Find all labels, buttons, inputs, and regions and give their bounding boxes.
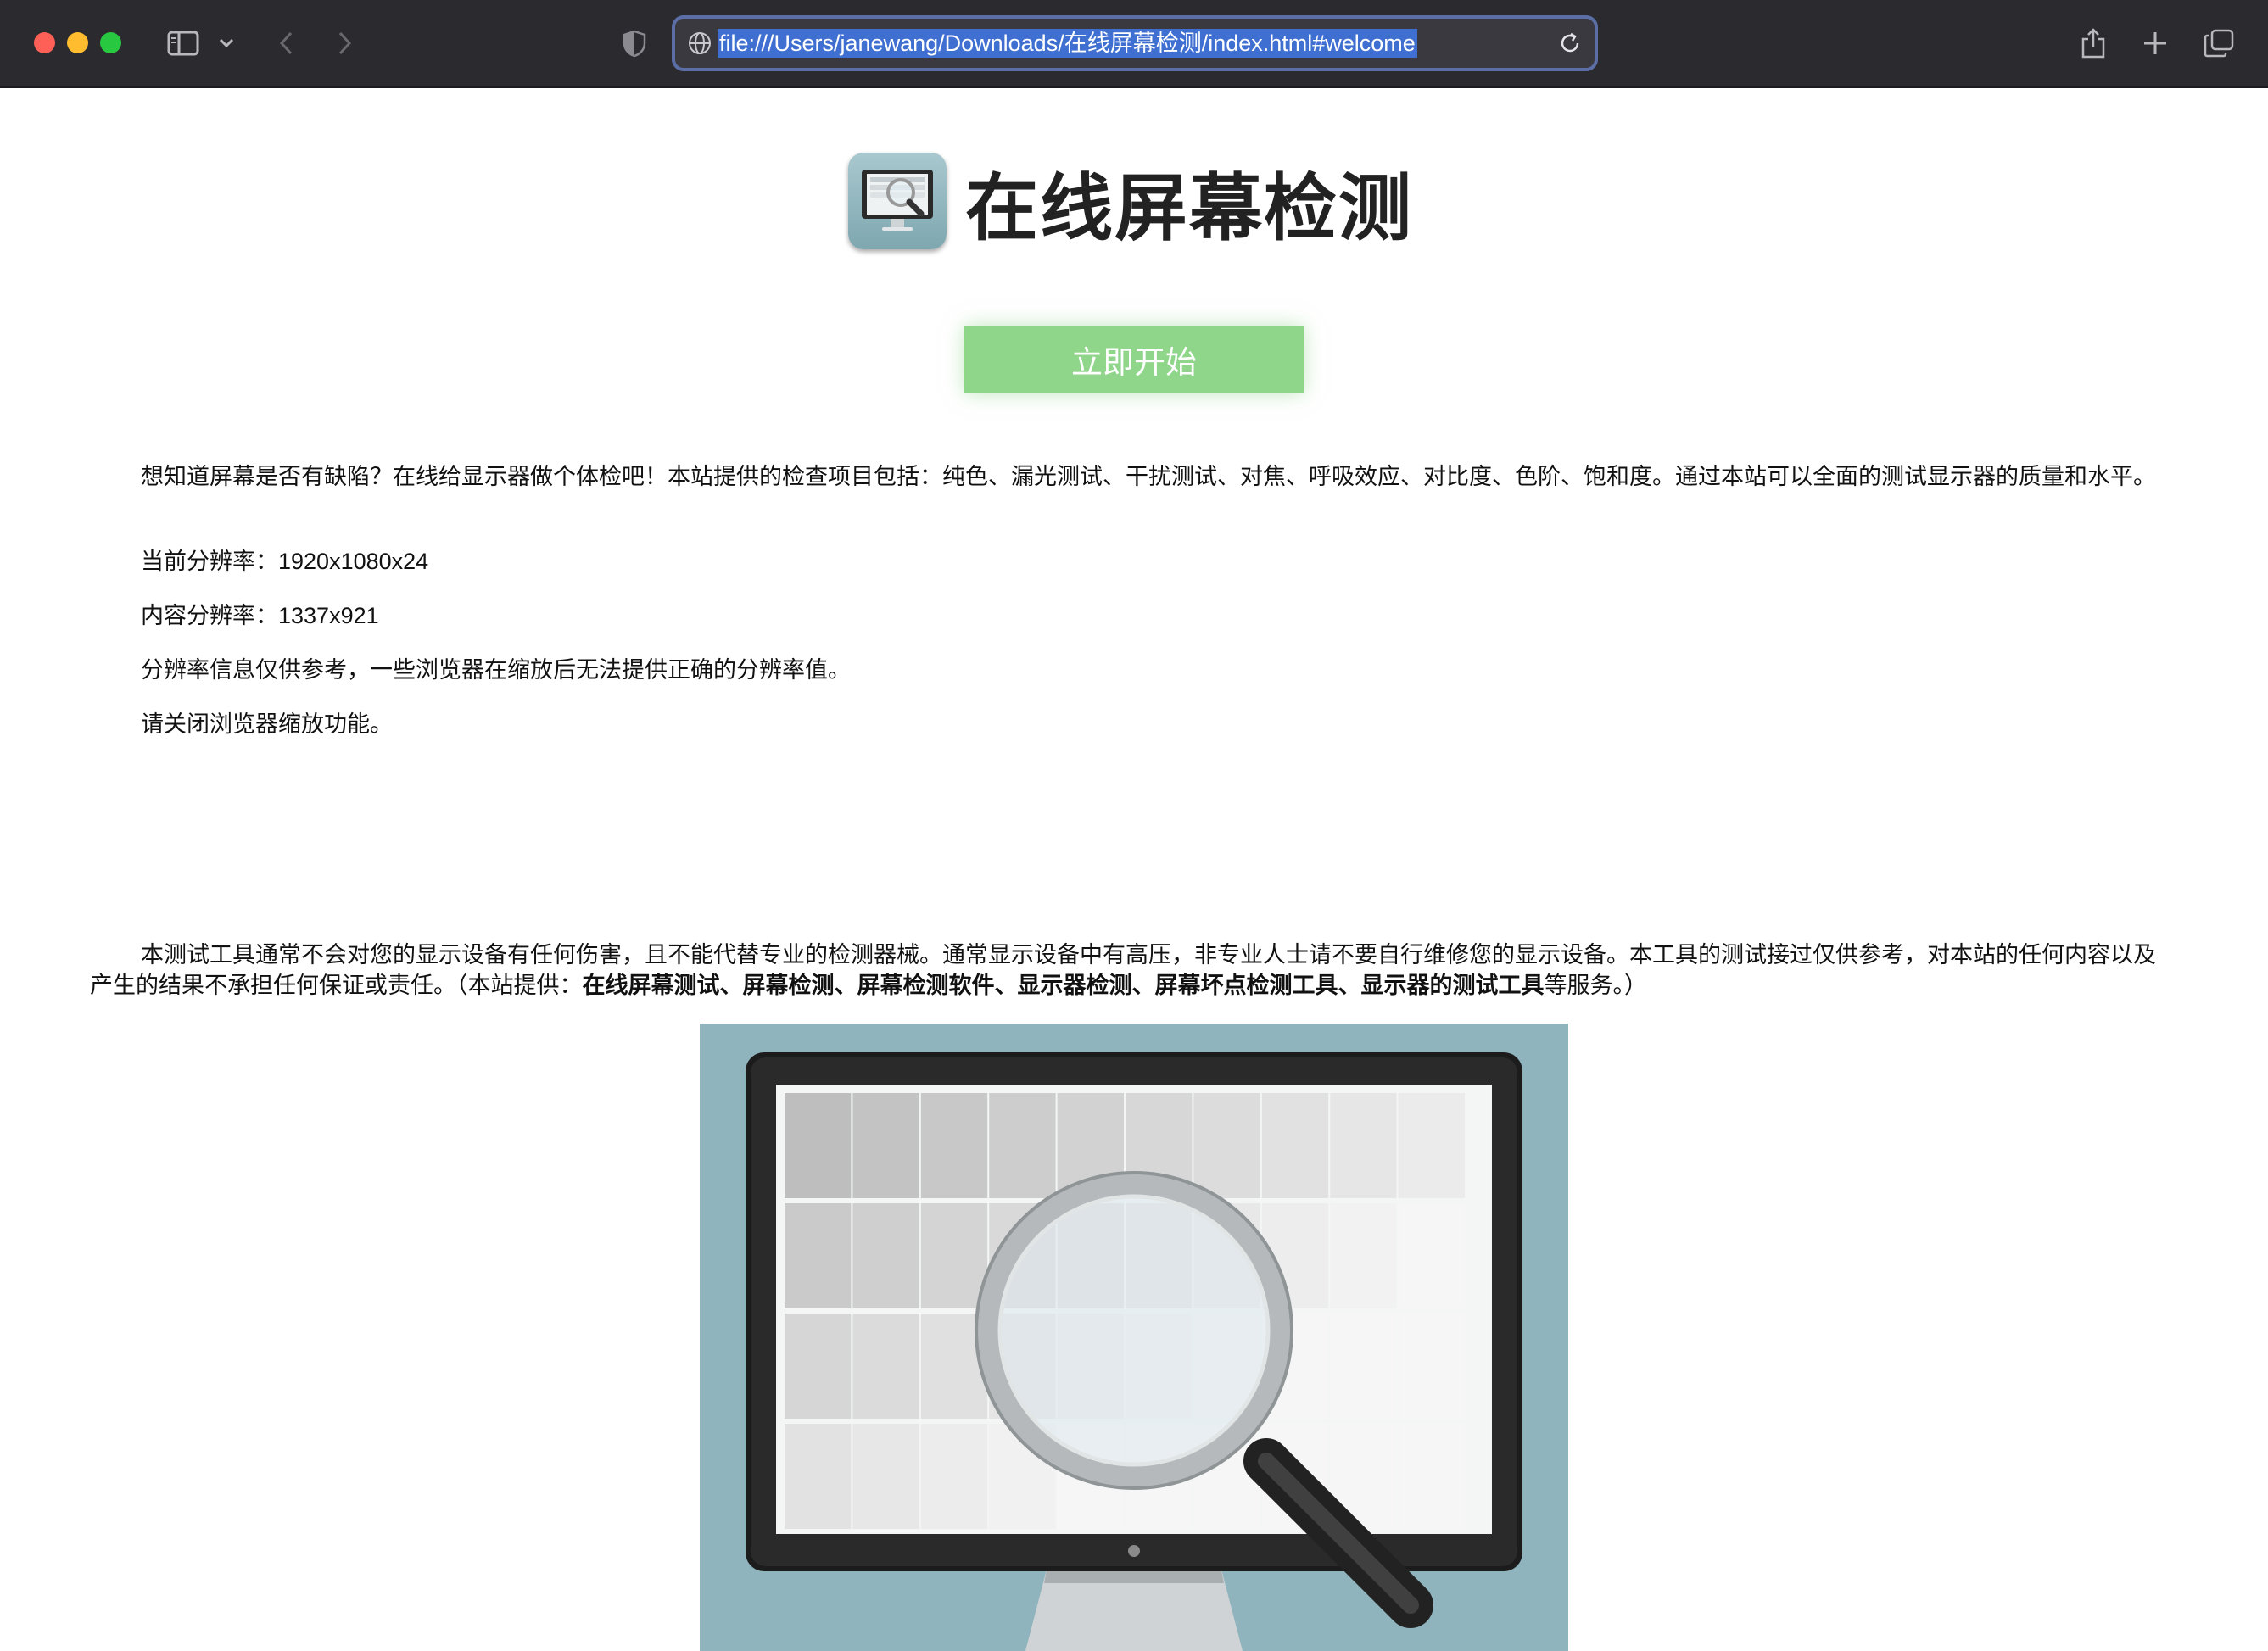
- url-text[interactable]: file:///Users/janewang/Downloads/在线屏幕检测/…: [718, 29, 1417, 58]
- page-header: 在线屏幕检测: [848, 151, 1413, 251]
- reload-icon[interactable]: [1557, 31, 1583, 60]
- intro-paragraph: 想知道屏幕是否有缺陷？在线给显示器做个体检吧！本站提供的检查项目包括：纯色、漏光…: [141, 464, 2156, 489]
- disclaimer-paragraph: 本测试工具通常不会对您的显示设备有任何伤害，且不能代替专业的检测器械。通常显示设…: [90, 940, 2163, 1001]
- globe-icon: [687, 31, 712, 60]
- disclaimer-services: 在线屏幕测试、屏幕检测、屏幕检测软件、显示器检测、屏幕坏点检测工具、显示器的测试…: [582, 973, 1545, 998]
- chevron-left-icon[interactable]: [273, 25, 299, 61]
- disclaimer-end: 等服务。）: [1544, 973, 1648, 998]
- current-resolution-value: 1920x1080x24: [278, 549, 429, 574]
- monitor-illustration: [700, 1024, 1568, 1651]
- resolution-note: 分辨率信息仅供参考，一些浏览器在缩放后无法提供正确的分辨率值。: [141, 657, 851, 683]
- start-button[interactable]: 立即开始: [964, 326, 1304, 393]
- content-resolution-label: 内容分辨率：: [141, 603, 278, 628]
- current-resolution-line: 当前分辨率：1920x1080x24: [90, 546, 2163, 577]
- close-window-button[interactable]: [34, 32, 55, 53]
- site-logo: [848, 153, 947, 249]
- zoom-window-button[interactable]: [100, 32, 121, 53]
- plus-icon[interactable]: [2141, 25, 2170, 61]
- browser-toolbar: file:///Users/janewang/Downloads/在线屏幕检测/…: [0, 0, 2268, 88]
- chevron-down-icon[interactable]: [215, 25, 237, 61]
- sidebar-icon[interactable]: [165, 25, 202, 61]
- minimize-window-button[interactable]: [67, 32, 88, 53]
- chevron-right-icon[interactable]: [332, 25, 358, 61]
- shield-icon[interactable]: [621, 25, 648, 61]
- content-resolution-value: 1337x921: [278, 603, 379, 628]
- share-icon[interactable]: [2078, 25, 2109, 61]
- address-bar[interactable]: file:///Users/janewang/Downloads/在线屏幕检测/…: [672, 15, 1598, 71]
- current-resolution-label: 当前分辨率：: [141, 549, 278, 574]
- tabs-overview-icon[interactable]: [2202, 25, 2236, 61]
- content-resolution-line: 内容分辨率：1337x921: [90, 600, 2163, 631]
- page-title: 在线屏幕检测: [965, 165, 1413, 251]
- page-content: 在线屏幕检测 立即开始 想知道屏幕是否有缺陷？在线给显示器做个体检吧！本站提供的…: [0, 90, 2268, 1651]
- zoom-note: 请关闭浏览器缩放功能。: [141, 711, 393, 737]
